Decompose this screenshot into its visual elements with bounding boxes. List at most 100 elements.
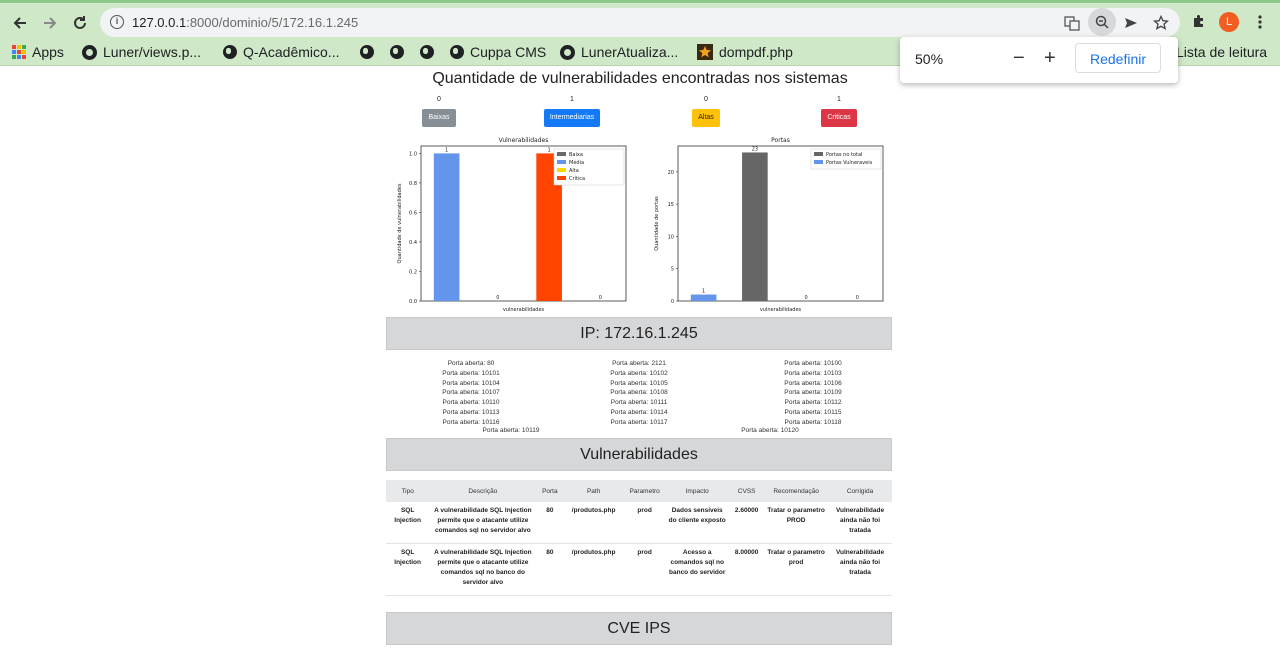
vulnerabilities-section-header: Vulnerabilidades (386, 438, 892, 471)
y-tick-label: 1.0 (409, 151, 417, 157)
table-cell: A vulnerabilidade SQL Injection permite … (429, 502, 537, 544)
zoom-out-icon[interactable] (1088, 8, 1116, 36)
column-header: Parametro (624, 480, 666, 502)
browser-menu-icon[interactable] (1250, 12, 1270, 32)
port-item: Porta aberta: 2121 (612, 360, 666, 367)
port-item: Porta aberta: 10112 (784, 399, 842, 407)
bar-value-label: 1 (702, 289, 705, 295)
address-bar[interactable]: i 127.0.0.1:8000/dominio/5/172.16.1.245 (100, 8, 1180, 37)
bar-value-label: 23 (752, 146, 758, 152)
legend-label: Média (569, 159, 584, 166)
bar-value-label: 0 (599, 295, 602, 301)
table-cell: SQL Injection (386, 502, 430, 544)
globe-icon (223, 45, 237, 59)
bar-value-label: 1 (445, 147, 448, 153)
bookmark-dompdf[interactable]: dompdf.php (697, 43, 793, 61)
legend-label: Portas no total (826, 152, 862, 158)
column-header: Recomendação (764, 480, 829, 502)
severity-high: 0 Altas (656, 96, 756, 127)
bookmark-globe-1[interactable] (360, 43, 374, 61)
reading-list[interactable]: Lista de leitura (1176, 43, 1267, 61)
high-button[interactable]: Altas (692, 109, 720, 127)
extensions-puzzle-icon[interactable] (1189, 12, 1209, 32)
translate-icon[interactable] (1061, 12, 1083, 34)
y-tick-label: 0.8 (409, 181, 417, 187)
bookmark-globe-2[interactable] (390, 43, 404, 61)
site-info-icon[interactable]: i (110, 15, 124, 29)
page-content: Quantidade de vulnerabilidades encontrad… (0, 66, 1280, 657)
table-cell: prod (624, 543, 666, 596)
table-cell: 2.60000 (729, 502, 765, 544)
table-cell: SQL Injection (386, 543, 430, 596)
table-row: SQL Injection A vulnerabilidade SQL Inje… (386, 502, 892, 544)
y-axis-label: Quantidade de portas (654, 196, 660, 251)
url-text[interactable]: 127.0.0.1:8000/dominio/5/172.16.1.245 (132, 15, 358, 30)
severity-critical: 1 Criticas (789, 96, 889, 127)
legend-label: Baixa (569, 152, 583, 158)
chart-title: Vulnerabilidades (499, 137, 549, 144)
y-tick-label: 0 (671, 299, 674, 305)
port-item: Porta aberta: 80 (447, 360, 495, 367)
severity-low: 0 Baixas (389, 96, 489, 127)
bookmark-cuppa-cms[interactable]: Cuppa CMS (450, 43, 546, 61)
port-item: Porta aberta: 10101 (442, 369, 500, 377)
cve-section-header: CVE IPS (386, 612, 892, 645)
legend-label: Crítica (569, 175, 585, 182)
bookmark-luner-atualiza[interactable]: LunerAtualiza... (560, 43, 678, 61)
bookmark-globe-3[interactable] (420, 43, 434, 61)
critical-button[interactable]: Criticas (821, 109, 857, 127)
table-cell: prod (624, 502, 666, 544)
port-item: Porta aberta: 10109 (784, 389, 842, 397)
globe-icon (390, 45, 404, 59)
bookmark-apps[interactable]: Apps (12, 43, 64, 61)
column-header: Path (563, 480, 625, 502)
port-item: Porta aberta: 10104 (442, 379, 500, 387)
table-cell: Vulnerabilidade ainda não foi tratada (828, 543, 892, 596)
legend-swatch (557, 160, 566, 164)
legend-swatch (814, 160, 823, 164)
y-tick-label: 0.4 (409, 240, 417, 246)
apps-grid-icon (12, 45, 26, 59)
table-cell: 80 (536, 543, 564, 596)
bookmark-star-icon[interactable] (1150, 12, 1172, 34)
github-icon (82, 44, 97, 60)
profile-avatar[interactable]: L (1219, 12, 1239, 32)
severity-count: 0 (437, 96, 441, 103)
y-tick-label: 0.0 (409, 299, 417, 305)
column-header: CVSS (729, 480, 765, 502)
port-item: Porta aberta: 10113 (442, 408, 500, 416)
bar (433, 153, 460, 301)
ports-column: Porta aberta: 2121 Porta aberta: 10102 Por… (554, 359, 724, 428)
y-tick-label: 10 (668, 234, 674, 240)
back-arrow-icon[interactable] (8, 11, 32, 35)
table-cell: A vulnerabilidade SQL Injection permite … (429, 543, 537, 596)
send-tab-icon[interactable] (1120, 12, 1142, 34)
legend-label: Alta (569, 168, 579, 174)
page-title: Quantidade de vulnerabilidades encontrad… (432, 70, 848, 87)
table-cell: /produtos.php (563, 543, 625, 596)
bar (742, 152, 768, 301)
port-item: Porta aberta: 10102 (610, 369, 668, 377)
bookmark-q-academico[interactable]: Q-Acadêmico... (223, 43, 339, 61)
port-item: Porta aberta: 10105 (610, 379, 668, 387)
legend-swatch (814, 152, 823, 156)
column-header: Corrigida (828, 480, 892, 502)
reload-icon[interactable] (68, 11, 92, 35)
github-icon (560, 44, 575, 60)
x-axis-label: vulnerabilidades (760, 307, 802, 313)
port-item: Porta aberta: 10120 (741, 427, 799, 434)
bar (690, 294, 717, 301)
table-cell: Dados sensiveis do cliente exposto (665, 502, 730, 544)
vulnerabilities-table: Tipo Descrição Porta Path Parametro Impa… (386, 480, 892, 596)
forward-arrow-icon[interactable] (38, 11, 62, 35)
severity-count: 1 (837, 96, 841, 103)
bar-value-label: 1 (548, 147, 551, 153)
legend-label: Portas Vulneraveis (826, 160, 873, 166)
bookmark-luner-views[interactable]: Luner/views.p... (82, 43, 201, 61)
port-item: Porta aberta: 10106 (784, 379, 842, 387)
port-item: Porta aberta: 10114 (610, 408, 668, 416)
ports-chart: Portas05101520Quantidade de portasvulner… (654, 137, 884, 313)
chart-title: Portas (771, 137, 790, 144)
low-button[interactable]: Baixas (422, 109, 456, 127)
medium-button[interactable]: Intermediarias (543, 109, 601, 127)
